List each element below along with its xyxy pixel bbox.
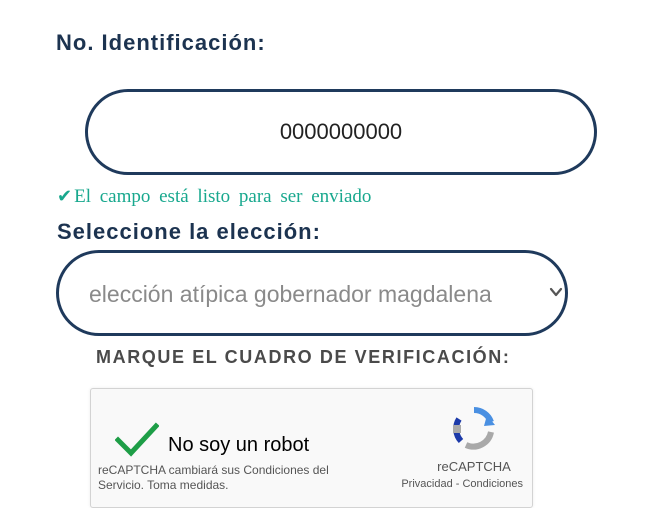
captcha-label: MARQUE EL CUADRO DE VERIFICACIÓN: (96, 347, 511, 367)
recaptcha-logo-icon (453, 406, 495, 450)
captcha-checkbox-label[interactable]: No soy un robot (168, 434, 309, 457)
recaptcha-brand: reCAPTCHA (437, 459, 511, 474)
validation-message: ✔ El campo está listo para ser enviado (57, 186, 371, 208)
chevron-down-icon (549, 287, 563, 297)
id-number-input[interactable] (85, 89, 597, 175)
election-selected-value: elección atípica gobernador magdalena (89, 281, 492, 307)
recaptcha-widget: No soy un robot reCAPTCHA cambiará sus C… (90, 388, 533, 508)
id-label: No. Identificación: (56, 30, 266, 55)
election-select[interactable]: elección atípica gobernador magdalena (56, 250, 568, 336)
validation-text: El campo está listo para ser enviado (74, 186, 372, 207)
checkmark-icon[interactable] (115, 422, 159, 458)
recaptcha-links[interactable]: Privacidad - Condiciones (381, 478, 523, 490)
captcha-notice: reCAPTCHA cambiará sus Condiciones del S… (98, 463, 329, 492)
check-icon: ✔ (57, 186, 73, 207)
election-label: Seleccione la elección: (57, 219, 321, 244)
